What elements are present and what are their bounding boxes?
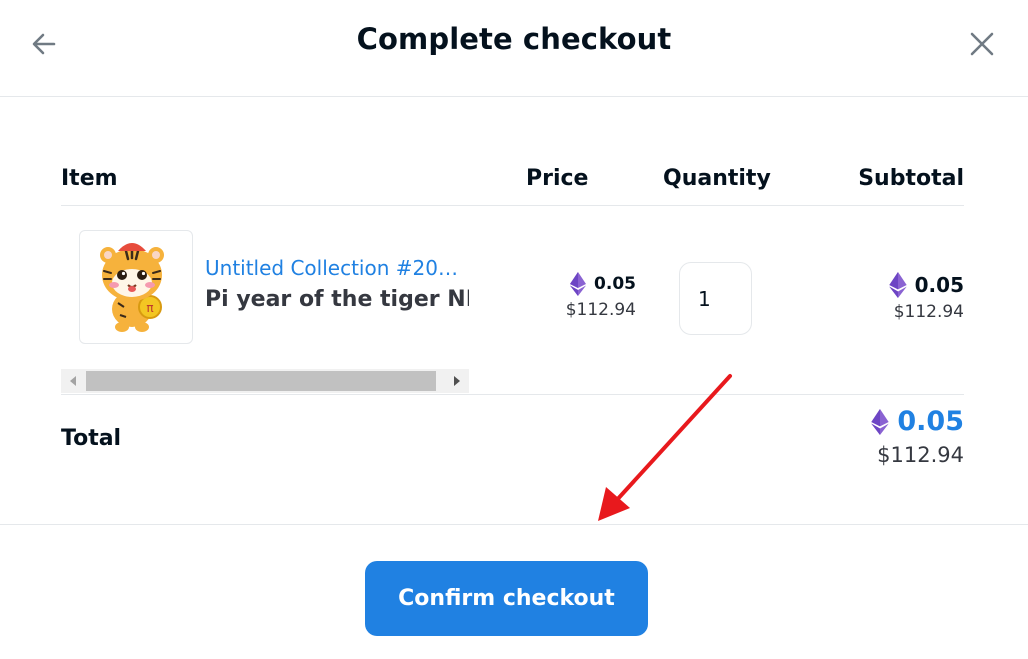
confirm-checkout-button[interactable]: Confirm checkout [365, 561, 648, 636]
divider [61, 205, 964, 206]
close-icon [970, 32, 994, 56]
item-details: Untitled Collection #207... Pi year of t… [205, 254, 469, 318]
nft-thumbnail[interactable]: π [79, 230, 193, 344]
column-header-quantity: Quantity [663, 166, 771, 191]
ethereum-icon [570, 272, 587, 296]
caret-left-icon [70, 376, 76, 386]
ethereum-icon [888, 272, 907, 298]
total-amount: 0.05 $112.94 [871, 406, 964, 467]
price-cell: 0.05 $112.94 [566, 272, 636, 320]
ethereum-icon [871, 408, 890, 435]
scroll-left-button[interactable] [61, 369, 85, 393]
subtotal-usd: $112.94 [893, 302, 964, 322]
nft-name: Pi year of the tiger NFT [205, 287, 469, 312]
page-title: Complete checkout [356, 22, 672, 56]
modal-header: Complete checkout [0, 0, 1028, 97]
collection-link[interactable]: Untitled Collection #207... [205, 254, 469, 282]
tiger-nft-image: π [100, 243, 164, 332]
quantity-input[interactable]: 1 [679, 262, 752, 335]
footer-divider [0, 524, 1028, 525]
total-label: Total [61, 426, 122, 451]
column-header-subtotal: Subtotal [858, 166, 964, 191]
column-header-item: Item [61, 166, 118, 191]
subtotal-eth: 0.05 [914, 273, 964, 297]
divider [61, 394, 964, 395]
total-usd: $112.94 [877, 443, 964, 467]
scroll-thumb[interactable] [86, 371, 436, 391]
scroll-right-button[interactable] [445, 369, 469, 393]
caret-right-icon [454, 376, 460, 386]
close-button[interactable] [966, 28, 998, 60]
horizontal-scrollbar[interactable] [61, 369, 469, 393]
subtotal-cell: 0.05 $112.94 [888, 272, 964, 322]
total-eth: 0.05 [897, 406, 964, 437]
svg-text:π: π [146, 301, 153, 315]
price-eth: 0.05 [594, 274, 636, 294]
price-usd: $112.94 [565, 300, 636, 320]
column-header-price: Price [526, 166, 589, 191]
